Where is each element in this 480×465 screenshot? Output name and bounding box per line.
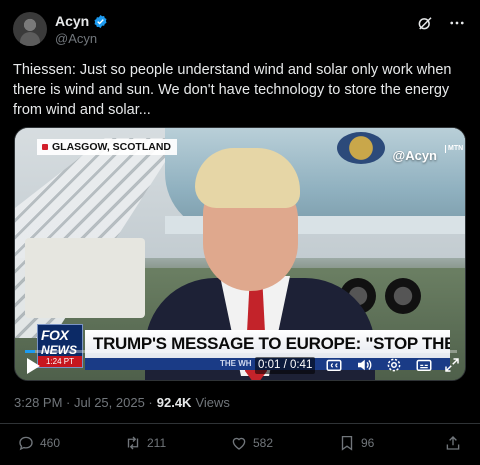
location-label: GLASGOW, SCOTLAND [52, 141, 171, 153]
video-progress-bar[interactable] [25, 350, 457, 353]
more-options-icon[interactable] [448, 14, 466, 32]
video-player[interactable]: GLASGOW, SCOTLAND @Acyn MTN FOX NEWS 1:2… [14, 127, 466, 381]
location-dot-icon [42, 144, 48, 150]
video-watermark: @Acyn [392, 148, 437, 163]
play-icon[interactable] [25, 357, 41, 375]
bookmark-button[interactable]: 96 [338, 434, 374, 452]
landing-gear-wheel-image [385, 278, 421, 314]
tweet-card[interactable]: Acyn @Acyn Thiessen: Just so people unde… [0, 0, 480, 465]
repost-button[interactable]: 211 [124, 434, 166, 452]
like-button[interactable]: 582 [230, 434, 273, 452]
repost-count: 211 [147, 436, 167, 450]
settings-icon[interactable] [385, 356, 403, 374]
author-name-row: Acyn [55, 13, 108, 29]
video-progress-fill [25, 350, 36, 353]
bookmark-icon [341, 435, 353, 451]
captions-icon[interactable] [325, 356, 343, 374]
hair-shape [195, 148, 300, 208]
tweet-actions: 460 211 582 96 [0, 434, 480, 456]
fox-logo-top: FOX [41, 327, 69, 343]
volume-icon[interactable] [355, 356, 373, 374]
author-handle[interactable]: @Acyn [55, 31, 97, 46]
tweet-meta: 3:28 PM · Jul 25, 2025 · 92.4K Views [14, 395, 230, 410]
like-count: 582 [253, 436, 274, 450]
fullscreen-icon[interactable] [443, 356, 461, 374]
reply-count: 460 [40, 436, 61, 450]
avatar[interactable] [13, 12, 47, 46]
location-badge: GLASGOW, SCOTLAND [37, 139, 177, 155]
grok-icon[interactable] [416, 14, 434, 32]
reply-icon [19, 436, 33, 451]
verified-badge-icon [94, 14, 107, 28]
reply-button[interactable]: 460 [17, 434, 60, 452]
video-time-readout: 0:01 / 0:41 [255, 357, 316, 374]
share-button[interactable] [444, 434, 462, 452]
truck-image [25, 238, 145, 318]
bookmark-count: 96 [361, 436, 375, 450]
header-actions [416, 14, 466, 32]
tweet-timestamp[interactable]: 3:28 PM · Jul 25, 2025 · [14, 395, 153, 410]
captions-alt-icon[interactable] [415, 356, 433, 374]
author-display-name[interactable]: Acyn [55, 13, 89, 29]
views-label: Views [195, 395, 230, 410]
video-controls: 0:01 / 0:41 [15, 354, 465, 380]
watermark-tag: MTN [445, 145, 463, 153]
heart-icon [232, 437, 246, 450]
repost-icon [127, 436, 139, 450]
views-count: 92.4K [156, 395, 192, 410]
divider [0, 423, 480, 424]
share-icon [446, 436, 460, 450]
tweet-text: Thiessen: Just so people understand wind… [13, 62, 452, 118]
